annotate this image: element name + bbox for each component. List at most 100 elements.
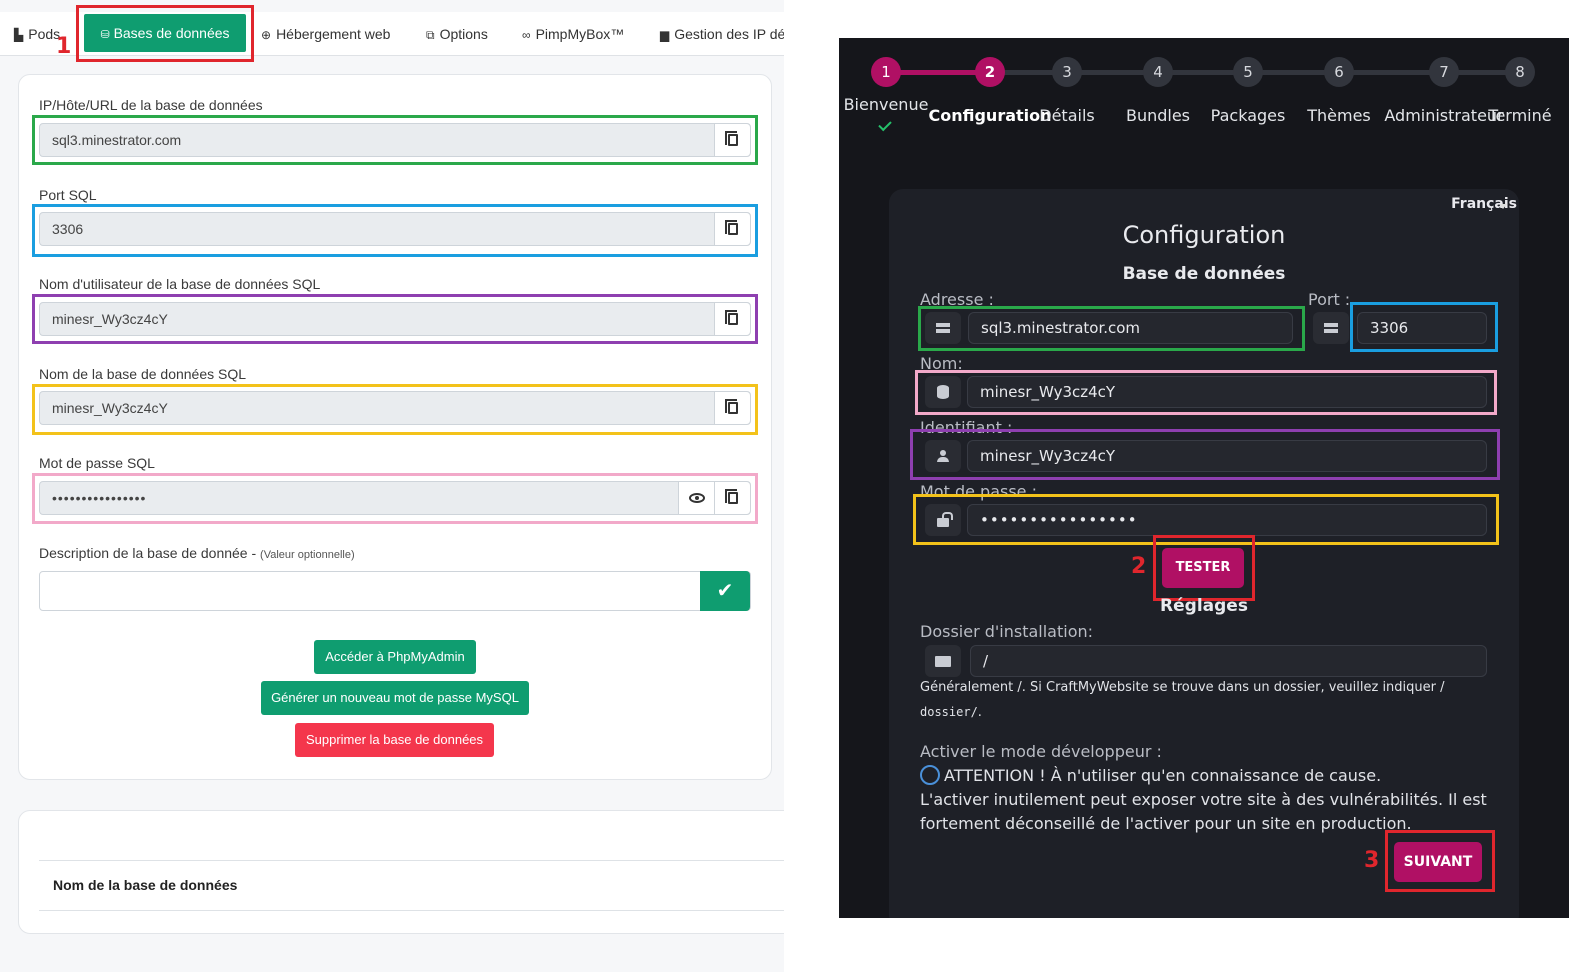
address-icon-box [925,312,961,344]
chevron-down-icon [1499,204,1507,209]
step-4-label: Bundles [1125,106,1191,125]
step-8-label: Terminé [1488,106,1552,125]
server-icon [936,323,950,333]
folder-open-icon [935,655,951,667]
dev-mode-warning: ATTENTION ! À n'utiliser qu'en connaissa… [920,766,1487,833]
step-4-indicator[interactable]: 4 [1143,57,1173,87]
nav-pimpmybox[interactable]: ∞ PimpMyBox™ [522,12,624,56]
install-hint: Généralement /. Si CraftMyWebsite se tro… [920,680,1445,720]
copy-dbname-button[interactable] [714,392,750,424]
step-1-label: Bienvenue [843,95,929,114]
host-label: IP/Hôte/URL de la base de données [39,97,263,113]
password-value: •••••••••••••••• [52,490,147,506]
database-subtitle: Base de données [1122,264,1286,284]
globe-icon: ⊕ [261,28,272,42]
port-input[interactable]: 3306 [1357,312,1487,344]
test-button[interactable]: TESTER [1162,548,1244,588]
step-3-indicator[interactable]: 3 [1052,57,1082,87]
dbname-value: minesr_Wy3cz4cY [52,400,168,416]
password-field[interactable]: •••••••••••••••• [39,481,751,515]
check-icon: ✔ [716,580,734,602]
identifier-label: Identifiant : [920,418,1013,437]
folder-icon-box [925,645,961,677]
port-field[interactable]: 3306 [39,212,751,246]
installer-panel: 1 2 3 4 5 6 7 8 Bienvenue Configuration … [839,38,1569,918]
copy-host-button[interactable] [714,124,750,156]
mask-icon: ∞ [522,28,531,42]
phpmyadmin-button[interactable]: Accéder à PhpMyAdmin [314,640,476,674]
monitor-icon: ▆ [660,28,670,42]
identifier-input[interactable]: minesr_Wy3cz4cY [967,440,1487,472]
copy-icon [724,220,738,235]
step-7-label: Administrateur [1384,106,1504,125]
nav-options[interactable]: ⧉ Options [426,12,488,56]
copy-password-button[interactable] [714,482,750,514]
annotation-number-2: 2 [1131,554,1147,579]
dev-mode-label: Activer le mode développeur : [920,742,1162,761]
generate-password-button[interactable]: Générer un nouveau mot de passe MySQL [261,681,529,715]
description-hint: (Valeur optionnelle) [260,549,355,561]
step-8-indicator[interactable]: 8 [1505,57,1535,87]
language-select[interactable]: Français [1451,196,1517,212]
table-header-dbname: Nom de la base de données [53,877,238,893]
annotation-number-3: 3 [1364,848,1380,873]
delete-database-button[interactable]: Supprimer la base de données [295,723,494,757]
install-folder-label: Dossier d'installation: [920,622,1094,641]
hosting-panel: ▙ Pods ⛁ Bases de données ⊕ Hébergement we… [0,0,784,972]
user-icon [937,450,949,462]
step-7-indicator[interactable]: 7 [1429,57,1459,87]
database-icon: ⛁ [100,29,110,41]
confirm-description-button[interactable]: ✔ [700,571,750,611]
nav-databases[interactable]: ⛁ Bases de données [84,14,246,52]
address-label: Adresse : [920,290,994,309]
copy-username-button[interactable] [714,303,750,335]
port-label: Port : [1308,290,1351,309]
pods-icon: ▙ [14,28,24,42]
check-icon [878,117,892,132]
description-input[interactable]: ✔ [39,571,751,611]
port-value: 3306 [52,221,84,237]
description-label: Description de la base de donnée - (Vale… [39,545,355,561]
show-password-button[interactable] [678,482,714,514]
server-icon [1324,323,1338,333]
step-2-label: Configuration [928,106,1052,125]
host-field[interactable]: sql3.minestrator.com [39,123,751,157]
eye-icon [688,493,705,503]
copy-icon [724,310,738,325]
copy-port-button[interactable] [714,213,750,245]
step-6-indicator[interactable]: 6 [1324,57,1354,87]
username-value: minesr_Wy3cz4cY [52,311,168,327]
options-icon: ⧉ [426,28,435,42]
dbname-field[interactable]: minesr_Wy3cz4cY [39,391,751,425]
next-button[interactable]: SUIVANT [1394,842,1482,882]
copy-icon [724,489,738,504]
step-3-label: Détails [1039,106,1095,125]
nav-pods[interactable]: ▙ Pods [14,12,60,56]
name-input[interactable]: minesr_Wy3cz4cY [967,376,1487,408]
database-list-card [18,810,784,934]
nav-ip-management[interactable]: ▆ Gestion des IP dé [660,12,784,56]
database-icon [937,385,949,399]
step-2-indicator[interactable]: 2 [975,57,1005,87]
name-label: Nom: [920,354,963,373]
port-icon-box [1313,312,1349,344]
username-field[interactable]: minesr_Wy3cz4cY [39,302,751,336]
password-label: Mot de passe : [920,482,1037,501]
database-credentials-card [18,74,772,780]
copy-icon [724,131,738,146]
username-label: Nom d'utilisateur de la base de données … [39,276,321,292]
copy-icon [724,399,738,414]
password-icon-box [925,504,961,536]
password-input[interactable]: •••••••••••••••• [967,504,1487,536]
address-input[interactable]: sql3.minestrator.com [968,312,1293,344]
step-5-indicator[interactable]: 5 [1233,57,1263,87]
step-5-label: Packages [1210,106,1286,125]
dbname-label: Nom de la base de données SQL [39,366,247,382]
step-1-indicator[interactable]: 1 [871,57,901,87]
nav-web-hosting[interactable]: ⊕ Hébergement web [261,12,390,56]
password-label: Mot de passe SQL [39,455,155,471]
host-value: sql3.minestrator.com [52,132,182,148]
identifier-icon-box [925,440,961,472]
table-divider [39,860,784,861]
install-folder-input[interactable]: / [970,645,1487,677]
